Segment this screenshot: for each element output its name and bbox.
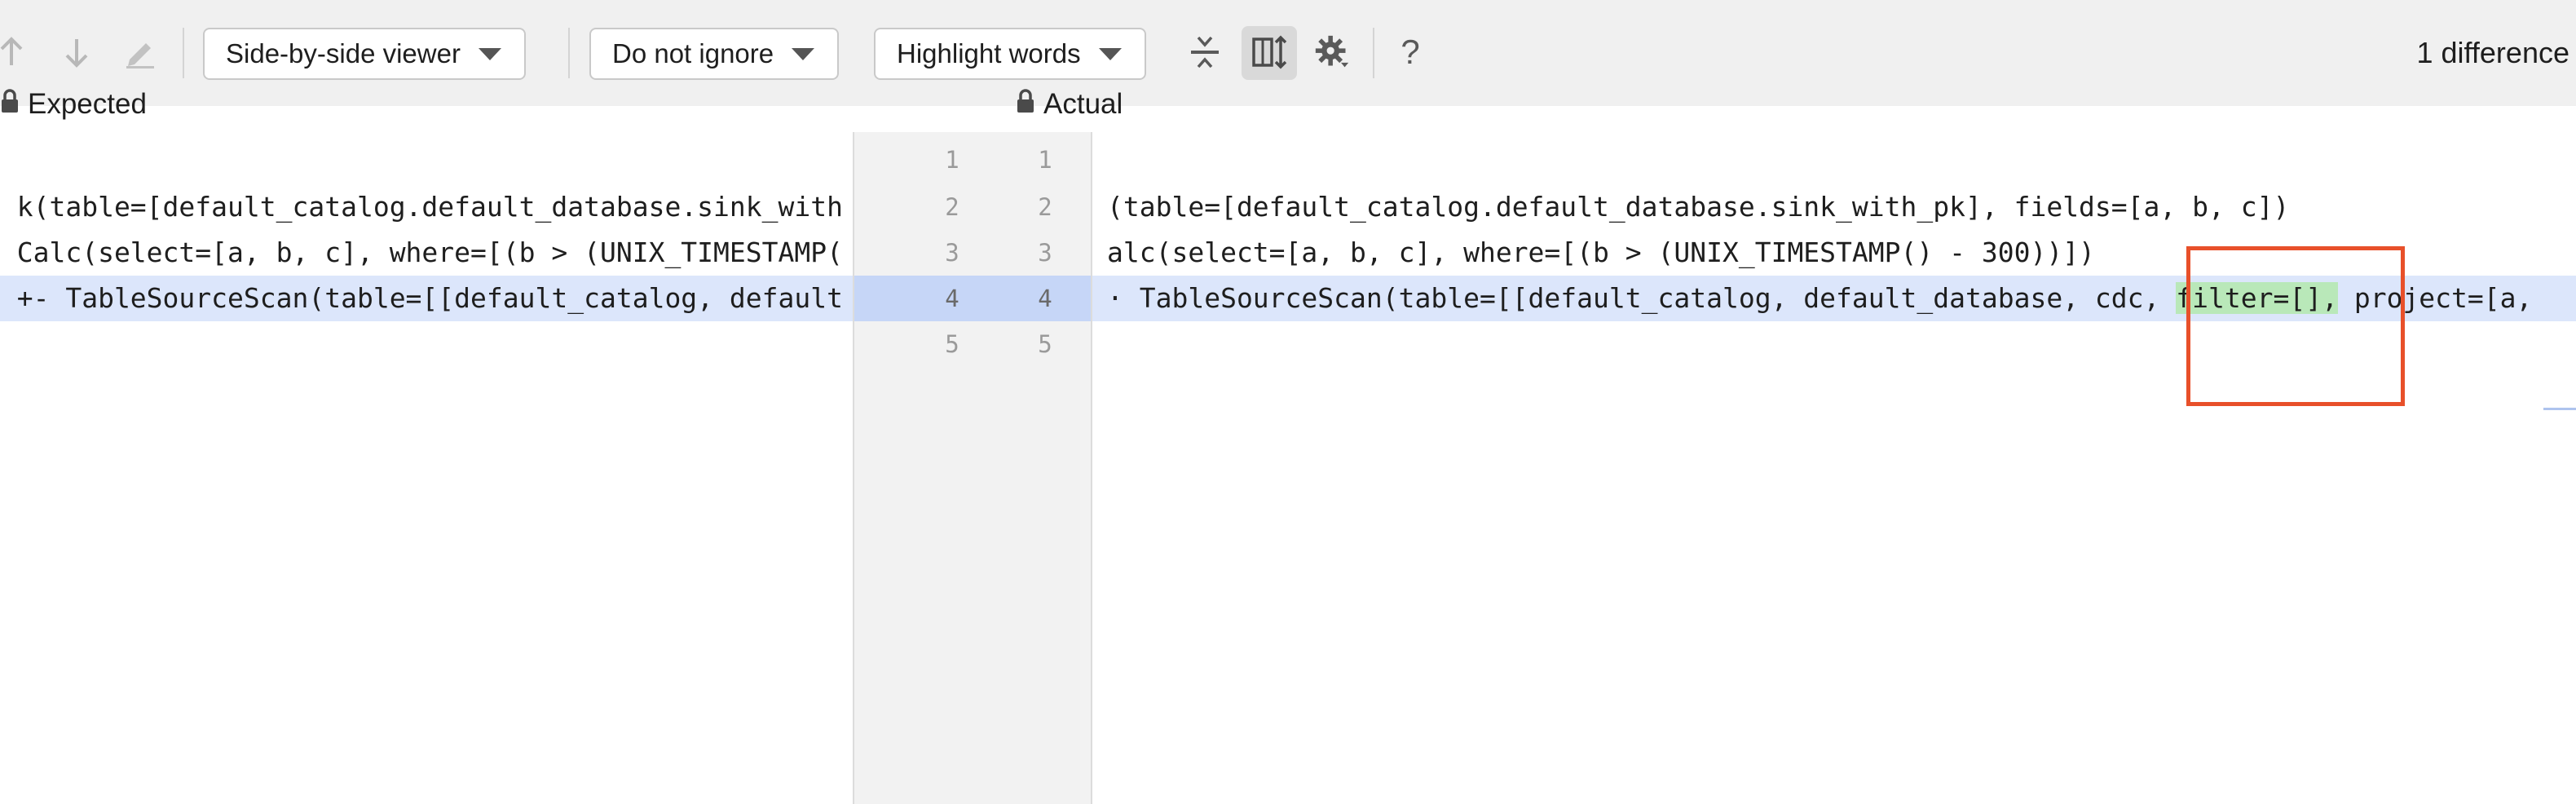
toolbar-separator (1373, 28, 1374, 78)
expected-pane-header: Expected (0, 88, 147, 121)
ignore-whitespace-dropdown[interactable]: Do not ignore (589, 28, 840, 80)
left-line-number: 4 (945, 285, 959, 312)
actual-editor[interactable]: (table=[default_catalog.default_database… (1092, 132, 2576, 804)
lock-icon (0, 88, 20, 121)
expected-pane-title: Expected (28, 88, 147, 120)
pencil-icon[interactable] (122, 34, 158, 70)
right-line-number: 1 (1038, 146, 1052, 174)
right-line-number: 5 (1038, 330, 1052, 358)
left-line-number: 2 (945, 193, 959, 221)
chevron-down-icon (1098, 47, 1122, 60)
code-line: k(table=[default_catalog.default_databas… (16, 191, 843, 223)
highlight-mode-label: Highlight words (897, 38, 1081, 68)
code-line: +- TableSourceScan(table=[[default_catal… (16, 282, 843, 314)
viewer-mode-dropdown[interactable]: Side-by-side viewer (203, 28, 526, 80)
change-marker (2543, 408, 2576, 410)
actual-pane-title: Actual (1043, 88, 1123, 120)
gear-icon[interactable] (1314, 34, 1350, 70)
code-line: (table=[default_catalog.default_database… (1107, 191, 2290, 223)
lock-icon (1016, 88, 1035, 121)
left-line-number: 3 (945, 239, 959, 267)
left-line-number: 5 (945, 330, 959, 358)
code-line: Calc(select=[a, b, c], where=[(b > (UNIX… (16, 236, 843, 268)
diff-toolbar: Side-by-side viewer Do not ignore Highli… (0, 0, 2576, 120)
viewer-mode-label: Side-by-side viewer (226, 38, 461, 68)
chevron-down-icon (478, 47, 501, 60)
left-line-number: 1 (945, 146, 959, 174)
toolbar-separator (568, 28, 570, 78)
ignore-whitespace-label: Do not ignore (612, 38, 774, 68)
collapse-lines-icon[interactable] (1187, 34, 1223, 70)
sync-scroll-icon (1251, 34, 1287, 70)
help-icon[interactable]: ? (1392, 33, 1428, 71)
expected-editor[interactable]: k(table=[default_catalog.default_databas… (0, 132, 853, 804)
difference-count: 1 difference (2416, 36, 2569, 69)
changed-line-prefix: · TableSourceScan(table=[[default_catalo… (1107, 282, 2177, 314)
annotation-highlight-box (2186, 246, 2405, 406)
right-line-number: 4 (1038, 285, 1052, 312)
right-line-number: 2 (1038, 193, 1052, 221)
actual-pane-header: Actual (1016, 88, 1123, 121)
right-line-number: 3 (1038, 239, 1052, 267)
arrow-up-icon[interactable] (0, 34, 29, 70)
chevron-down-icon (792, 47, 815, 60)
code-line: alc(select=[a, b, c], where=[(b > (UNIX_… (1107, 236, 2095, 268)
line-number-gutter: 1 2 3 4 5 1 2 3 4 5 (853, 132, 1092, 804)
arrow-down-icon[interactable] (59, 34, 95, 70)
highlight-mode-dropdown[interactable]: Highlight words (874, 28, 1146, 80)
toolbar-separator (183, 28, 184, 78)
